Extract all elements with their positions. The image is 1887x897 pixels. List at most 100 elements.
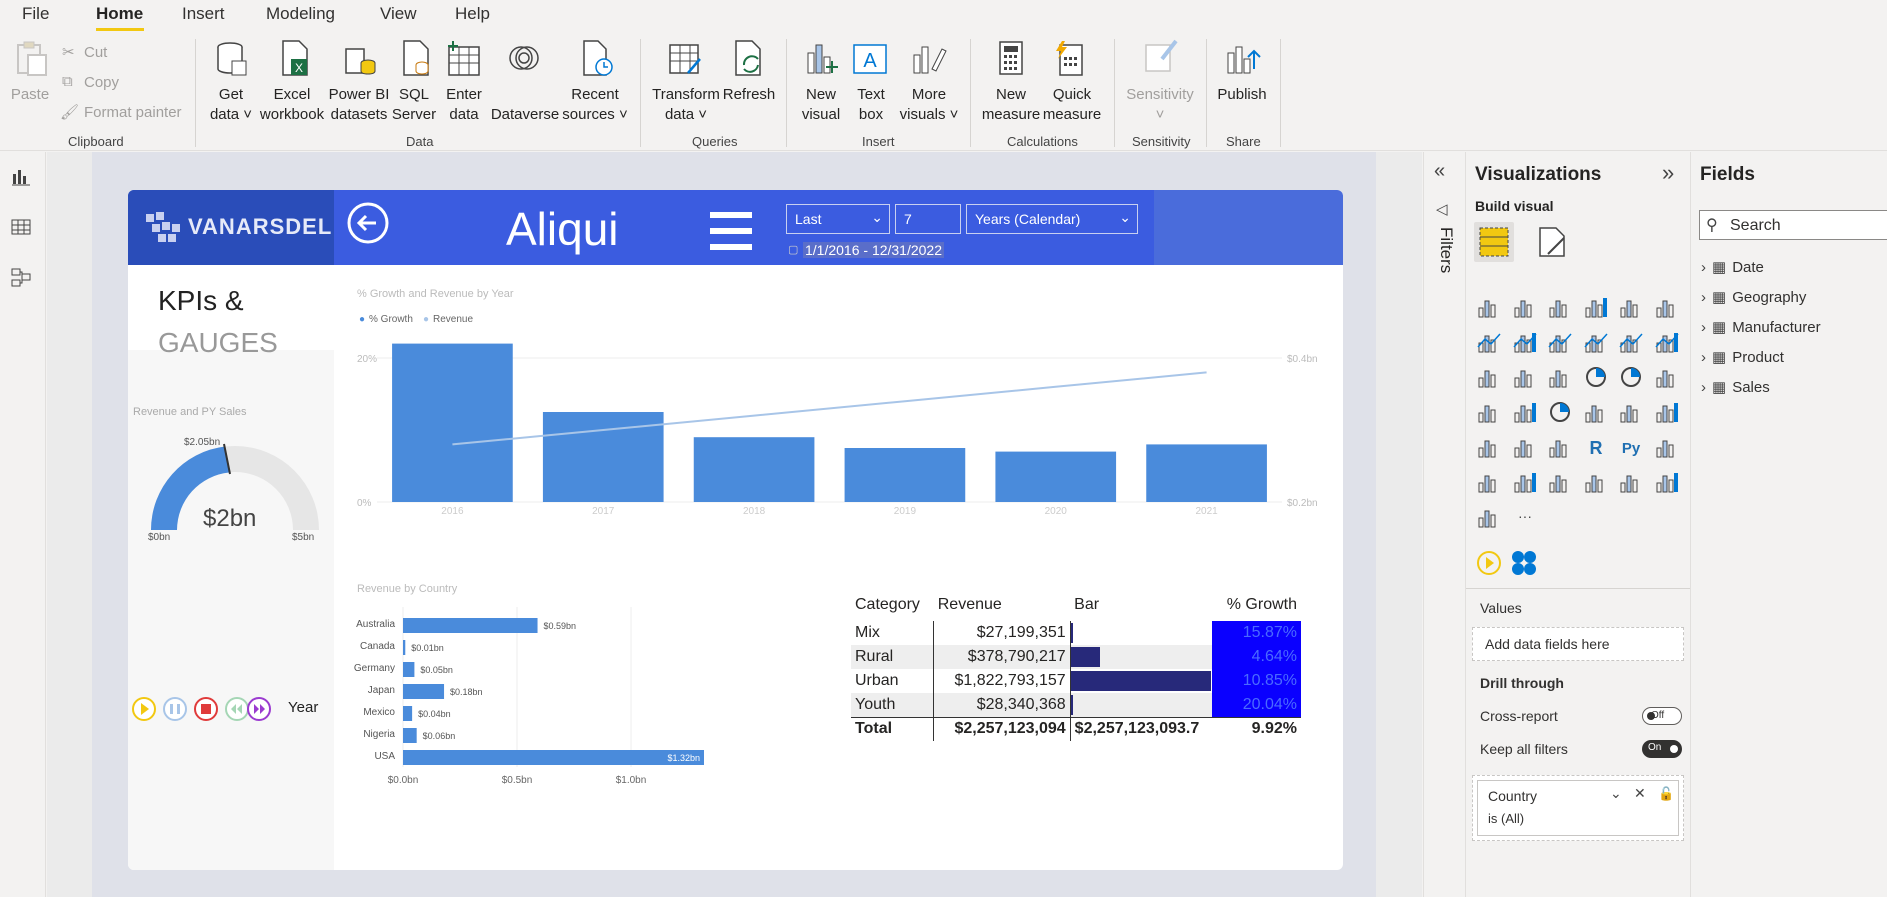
col-header-revenue[interactable]: Revenue: [934, 589, 1070, 621]
menu-home[interactable]: Home: [96, 4, 143, 24]
table-row[interactable]: Urban $1,822,793,157 10.85%: [851, 669, 1301, 693]
stacked-bar-visual-icon[interactable]: [1476, 294, 1502, 320]
table-row[interactable]: Mix $27,199,351 15.87%: [851, 621, 1301, 645]
revenue-line[interactable]: [452, 371, 1207, 446]
recent-sources-button[interactable]: Recent sources ˅: [560, 85, 630, 125]
col-header-category[interactable]: Category: [851, 589, 934, 621]
line-visual-icon[interactable]: [1476, 329, 1502, 355]
refresh-button[interactable]: Refresh: [722, 85, 776, 105]
cross-report-toggle[interactable]: Off: [1642, 707, 1682, 725]
country-bar[interactable]: [403, 706, 413, 721]
dataverse-button[interactable]: Dataverse: [490, 105, 560, 125]
table-visual-icon[interactable]: [1512, 434, 1538, 460]
gauge-visual-icon[interactable]: [1547, 399, 1573, 425]
stop-button[interactable]: [194, 697, 218, 721]
country-bar[interactable]: [403, 618, 538, 633]
chevron-right-icon[interactable]: ›: [1701, 319, 1706, 336]
relative-date-number-input[interactable]: 7: [895, 204, 961, 234]
python-visual-visual-icon[interactable]: Py: [1618, 434, 1644, 460]
values-well[interactable]: Add data fields here: [1472, 627, 1684, 661]
relative-date-unit-dropdown[interactable]: Years (Calendar) ⌄: [966, 204, 1138, 234]
fields-search-box[interactable]: ⚲ Search: [1699, 210, 1887, 240]
more-visual-icon[interactable]: ···: [1512, 504, 1538, 530]
chevron-right-icon[interactable]: ›: [1701, 349, 1706, 366]
treemap-visual-icon[interactable]: [1654, 364, 1680, 390]
scatter-visual-icon[interactable]: [1547, 364, 1573, 390]
matrix-visual-icon[interactable]: [1547, 434, 1573, 460]
field-table-manufacturer[interactable]: › ▦ Manufacturer: [1701, 318, 1821, 336]
line-column-visual-icon[interactable]: [1583, 329, 1609, 355]
publish-button[interactable]: Publish: [1214, 85, 1270, 105]
area-visual-icon[interactable]: [1512, 329, 1538, 355]
back-arrow-icon[interactable]: [346, 201, 390, 245]
remove-filter-icon[interactable]: ✕: [1634, 785, 1646, 802]
smart-narrative-visual-icon[interactable]: [1547, 469, 1573, 495]
cut-button[interactable]: Cut: [84, 44, 107, 61]
country-bar[interactable]: [403, 640, 406, 655]
growth-bar[interactable]: [1146, 444, 1267, 502]
data-view-icon[interactable]: [10, 216, 32, 238]
menu-insert[interactable]: Insert: [182, 4, 225, 24]
sql-server-button[interactable]: SQL Server: [389, 85, 439, 125]
country-bar[interactable]: [403, 750, 704, 765]
growth-bar[interactable]: [995, 451, 1117, 502]
transform-data-button[interactable]: Transform data ˅: [650, 85, 722, 125]
stacked-column-visual-icon[interactable]: [1512, 294, 1538, 320]
filters-collapsed-tab[interactable]: Filters: [1430, 227, 1460, 307]
slicer-visual-icon[interactable]: [1476, 434, 1502, 460]
expand-filters-icon[interactable]: «: [1434, 160, 1445, 183]
keep-filters-toggle[interactable]: On: [1642, 740, 1682, 758]
power-automate-visual-icon[interactable]: [1654, 469, 1680, 495]
line-clustered-column-visual-icon[interactable]: [1618, 329, 1644, 355]
field-table-geography[interactable]: › ▦ Geography: [1701, 288, 1806, 306]
previous-button[interactable]: [225, 697, 249, 721]
chevron-down-icon[interactable]: ⌄: [1610, 785, 1622, 802]
get-data-button[interactable]: Get data ˅: [204, 85, 258, 125]
power-bi-goals-visual-icon[interactable]: [1476, 504, 1502, 530]
format-painter-button[interactable]: Format painter: [84, 104, 182, 121]
field-table-date[interactable]: › ▦ Date: [1701, 258, 1764, 276]
menu-modeling[interactable]: Modeling: [266, 4, 335, 24]
custom-visual-icon[interactable]: [1510, 550, 1538, 576]
play-button[interactable]: [132, 697, 156, 721]
map-visual-icon[interactable]: [1476, 399, 1502, 425]
growth-bar[interactable]: [844, 448, 966, 502]
new-visual-button[interactable]: New visual: [796, 85, 846, 125]
text-box-button[interactable]: Text box: [846, 85, 896, 125]
new-measure-button[interactable]: New measure: [980, 85, 1042, 125]
col-header-bar[interactable]: Bar: [1070, 589, 1212, 621]
pause-button[interactable]: [163, 697, 187, 721]
r-visual-visual-icon[interactable]: R: [1583, 434, 1609, 460]
paste-button[interactable]: Paste: [10, 85, 50, 105]
lock-icon[interactable]: 🔓: [1658, 786, 1674, 802]
clustered-column-visual-icon[interactable]: [1583, 294, 1609, 320]
stacked-area-visual-icon[interactable]: [1547, 329, 1573, 355]
card-visual-icon[interactable]: [1583, 399, 1609, 425]
collapse-viz-icon[interactable]: »: [1662, 160, 1674, 186]
filled-map-visual-icon[interactable]: [1512, 399, 1538, 425]
enter-data-button[interactable]: Enter data: [440, 85, 488, 125]
play-axis-visual-icon[interactable]: [1476, 550, 1502, 576]
menu-help[interactable]: Help: [455, 4, 490, 24]
waterfall-visual-icon[interactable]: [1476, 364, 1502, 390]
hamburger-menu-icon[interactable]: [710, 210, 752, 252]
country-bar[interactable]: [403, 728, 417, 743]
chevron-right-icon[interactable]: ›: [1701, 379, 1706, 396]
model-view-icon[interactable]: [10, 266, 32, 288]
power-apps-visual-icon[interactable]: [1618, 469, 1644, 495]
country-bar[interactable]: [403, 662, 415, 677]
growth-bar[interactable]: [693, 437, 815, 502]
col-header-growth[interactable]: % Growth: [1212, 589, 1301, 621]
100-bar-visual-icon[interactable]: [1618, 294, 1644, 320]
table-row[interactable]: Youth $28,340,368 20.04%: [851, 693, 1301, 717]
kpi-visual-icon[interactable]: [1654, 399, 1680, 425]
ribbon-visual-icon[interactable]: [1654, 329, 1680, 355]
table-row[interactable]: Rural $378,790,217 4.64%: [851, 645, 1301, 669]
growth-bar[interactable]: [392, 343, 513, 502]
sensitivity-button[interactable]: Sensitivity ˅: [1122, 85, 1198, 125]
100-column-visual-icon[interactable]: [1654, 294, 1680, 320]
more-visuals-button[interactable]: More visuals ˅: [894, 85, 964, 125]
funnel-visual-icon[interactable]: [1512, 364, 1538, 390]
key-influencers-visual-icon[interactable]: [1654, 434, 1680, 460]
clustered-bar-visual-icon[interactable]: [1547, 294, 1573, 320]
